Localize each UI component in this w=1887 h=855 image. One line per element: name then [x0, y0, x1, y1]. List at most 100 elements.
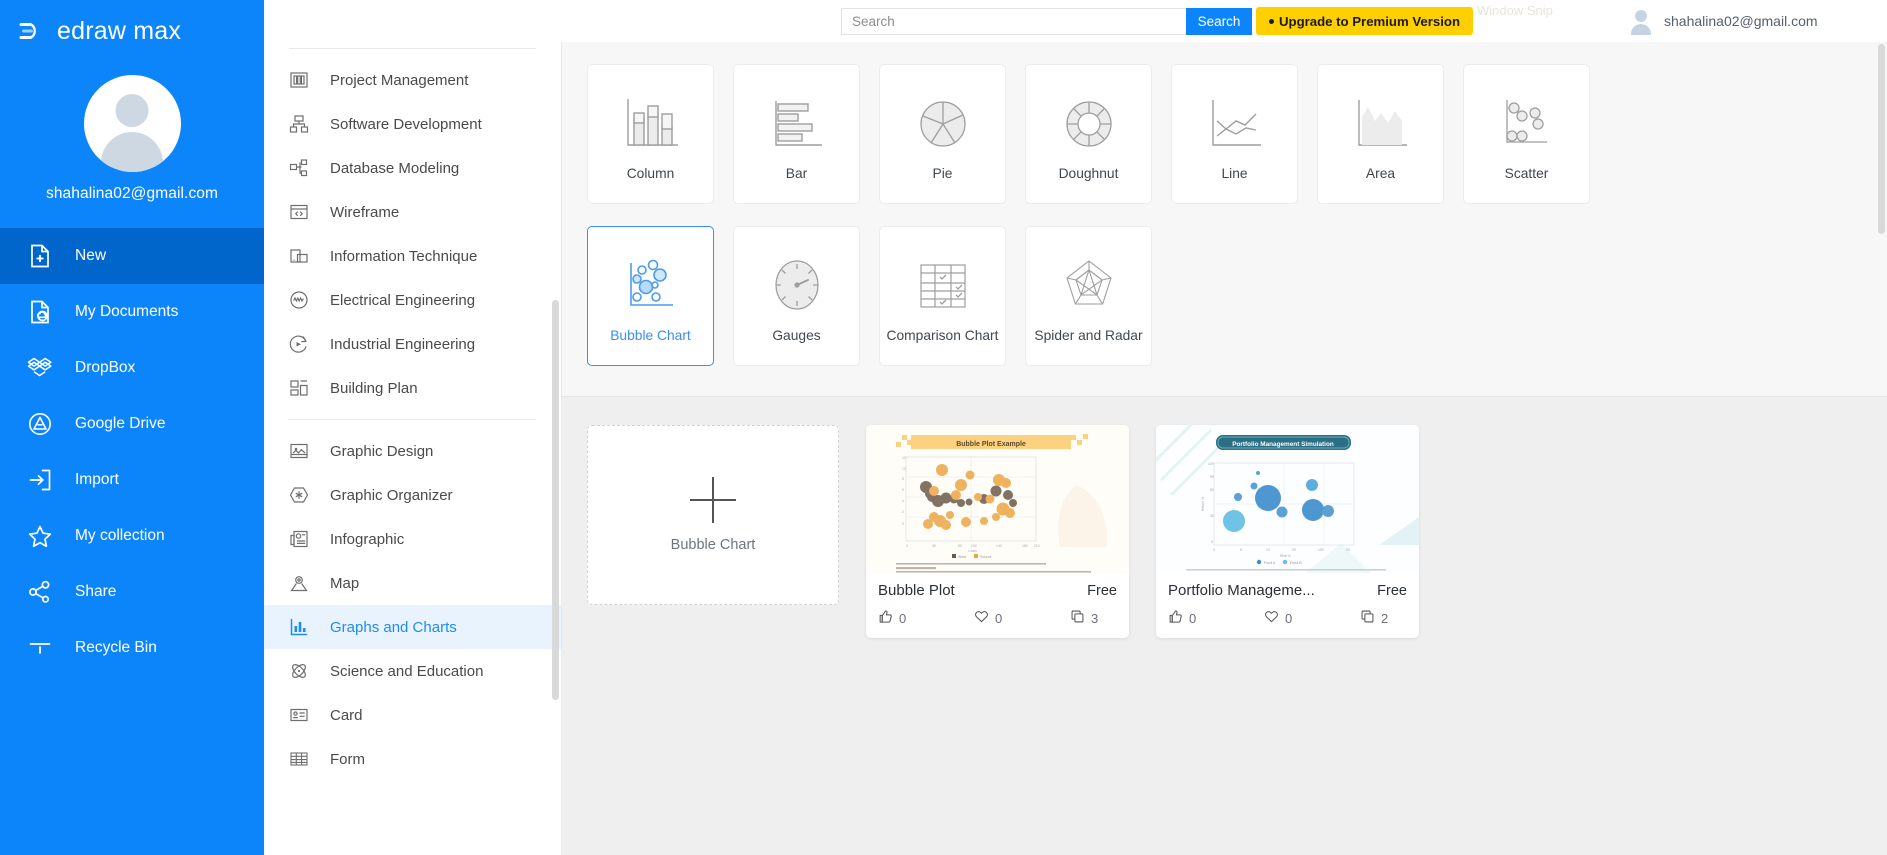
category-item-label: Software Development: [330, 115, 482, 133]
template-like-stat[interactable]: 0: [1168, 609, 1264, 627]
chart-type-label: Spider and Radar: [1034, 327, 1143, 343]
svg-text:Fund A: Fund A: [1264, 561, 1276, 565]
template-card-portfolio-management[interactable]: Portfolio Management Simulation 120 90 6…: [1156, 425, 1419, 638]
cloud-document-icon: [25, 297, 55, 327]
category-item-graphic-design[interactable]: Graphic Design: [264, 429, 561, 473]
category-item-information-technique[interactable]: Information Technique: [264, 234, 561, 278]
column-chart-icon: [620, 88, 682, 160]
category-item-electrical-engineering[interactable]: Electrical Engineering: [264, 278, 561, 322]
search-button[interactable]: Search: [1186, 8, 1252, 35]
category-item-industrial-engineering[interactable]: Industrial Engineering: [264, 322, 561, 366]
edraw-max-window: edraw max shahalina02@gmail.com New My D…: [0, 0, 1887, 855]
sidebar-item-label: Google Drive: [75, 415, 166, 432]
atom-icon: [286, 658, 312, 684]
category-item-project-management[interactable]: Project Management: [264, 58, 561, 102]
svg-text:x-axis: x-axis: [968, 549, 977, 553]
category-item-building-plan[interactable]: Building Plan: [264, 366, 561, 410]
svg-text:80: 80: [958, 544, 962, 548]
svg-text:5: 5: [1240, 548, 1242, 552]
chart-type-label: Area: [1365, 165, 1396, 181]
chart-type-scatter[interactable]: Scatter: [1463, 64, 1590, 204]
category-item-form[interactable]: Form: [264, 737, 561, 781]
bubble-chart-icon: [620, 250, 682, 322]
chart-type-gauges[interactable]: Gauges: [733, 226, 860, 366]
category-item-map[interactable]: Map: [264, 561, 561, 605]
category-item-graphs-and-charts[interactable]: Graphs and Charts: [264, 605, 561, 649]
upgrade-button-label: Upgrade to Premium Version: [1279, 13, 1461, 29]
category-scrollbar-thumb[interactable]: [552, 300, 559, 700]
template-like-stat[interactable]: 0: [878, 609, 974, 627]
svg-text:10: 10: [1266, 548, 1270, 552]
category-item-graphic-organizer[interactable]: Graphic Organizer: [264, 473, 561, 517]
category-item-software-development[interactable]: Software Development: [264, 102, 561, 146]
sidebar-item-recycle-bin[interactable]: Recycle Bin: [0, 620, 264, 676]
account-menu[interactable]: shahalina02@gmail.com: [1628, 8, 1818, 35]
heart-icon: [1264, 609, 1279, 627]
sidebar-item-share[interactable]: Share: [0, 564, 264, 620]
chart-type-bubble-chart[interactable]: Bubble Chart: [587, 226, 714, 366]
template-card-bubble-plot[interactable]: Bubble Plot Example 12 10 8 6 4 2 0 0 40…: [866, 425, 1129, 638]
bar-chart-icon: [286, 614, 312, 640]
plus-icon: [690, 477, 736, 523]
category-item-database-modeling[interactable]: Database Modeling: [264, 146, 561, 190]
area-chart-icon: [1350, 88, 1412, 160]
sidebar-item-my-collection[interactable]: My collection: [0, 508, 264, 564]
brand-logo[interactable]: edraw max: [0, 0, 264, 48]
chart-type-label: Column: [626, 165, 675, 181]
template-copy-stat[interactable]: 2: [1360, 609, 1388, 627]
category-item-label: Wireframe: [330, 203, 400, 221]
category-item-label: Database Modeling: [330, 159, 460, 177]
comparison-table-icon: [913, 250, 973, 322]
category-item-science-and-education[interactable]: Science and Education: [264, 649, 561, 693]
main-content: Column Bar Pie Doughnut Line Area Scatte…: [562, 42, 1887, 855]
sidebar-item-import[interactable]: Import: [0, 452, 264, 508]
chart-type-bar[interactable]: Bar: [733, 64, 860, 204]
search-input[interactable]: [841, 8, 1186, 35]
category-item-label: Form: [330, 750, 365, 768]
template-favorite-stat[interactable]: 0: [1264, 609, 1360, 627]
chart-type-pie[interactable]: Pie: [879, 64, 1006, 204]
templates-section: Bubble Chart Bubble Plot Example 12 10 8…: [562, 397, 1887, 638]
svg-text:30: 30: [1210, 514, 1214, 518]
svg-text:60: 60: [1210, 488, 1214, 492]
category-item-label: Infographic: [330, 530, 405, 548]
dropbox-icon: [25, 353, 55, 383]
chart-type-doughnut[interactable]: Doughnut: [1025, 64, 1152, 204]
sidebar-item-dropbox[interactable]: DropBox: [0, 340, 264, 396]
chart-type-area[interactable]: Area: [1317, 64, 1444, 204]
sidebar-item-google-drive[interactable]: Google Drive: [0, 396, 264, 452]
template-copy-stat[interactable]: 3: [1070, 609, 1098, 627]
edraw-logo-icon: [14, 14, 48, 48]
copy-icon: [1070, 609, 1085, 627]
main-scrollbar-thumb[interactable]: [1878, 44, 1885, 234]
svg-text:12: 12: [902, 456, 906, 460]
sidebar-item-label: My Documents: [75, 303, 179, 320]
gantt-chart-icon: [286, 67, 312, 93]
chart-type-column[interactable]: Column: [587, 64, 714, 204]
category-item-wireframe[interactable]: Wireframe: [264, 190, 561, 234]
category-item-card[interactable]: Card: [264, 693, 561, 737]
chart-type-spider-and-radar[interactable]: Spider and Radar: [1025, 226, 1152, 366]
chart-type-comparison-chart[interactable]: Comparison Chart: [879, 226, 1006, 366]
svg-text:10: 10: [902, 467, 906, 471]
create-new-bubble-chart-card[interactable]: Bubble Chart: [587, 425, 839, 605]
chart-type-row-1: Column Bar Pie Doughnut Line Area Scatte…: [562, 64, 1887, 204]
category-item-infographic[interactable]: Infographic: [264, 517, 561, 561]
category-item-label: Graphic Organizer: [330, 486, 453, 504]
upgrade-to-premium-button[interactable]: Upgrade to Premium Version: [1256, 7, 1474, 35]
template-thumbnail: Portfolio Management Simulation 120 90 6…: [1156, 425, 1419, 573]
create-new-label: Bubble Chart: [670, 537, 756, 553]
sidebar-item-new[interactable]: New: [0, 228, 264, 284]
chart-type-label: Bar: [785, 165, 808, 181]
template-stats: 0 0: [878, 609, 1117, 627]
sidebar-item-my-documents[interactable]: My Documents: [0, 284, 264, 340]
template-title: Portfolio Manageme...: [1168, 582, 1315, 599]
chart-type-line[interactable]: Line: [1171, 64, 1298, 204]
svg-text:West: West: [958, 555, 966, 559]
svg-text:100: 100: [971, 544, 977, 548]
svg-text:90: 90: [1210, 475, 1214, 479]
template-favorite-stat[interactable]: 0: [974, 609, 1070, 627]
template-title: Bubble Plot: [878, 582, 955, 599]
svg-text:Bubble Plot Example: Bubble Plot Example: [956, 441, 1026, 448]
line-chart-icon: [1204, 88, 1266, 160]
